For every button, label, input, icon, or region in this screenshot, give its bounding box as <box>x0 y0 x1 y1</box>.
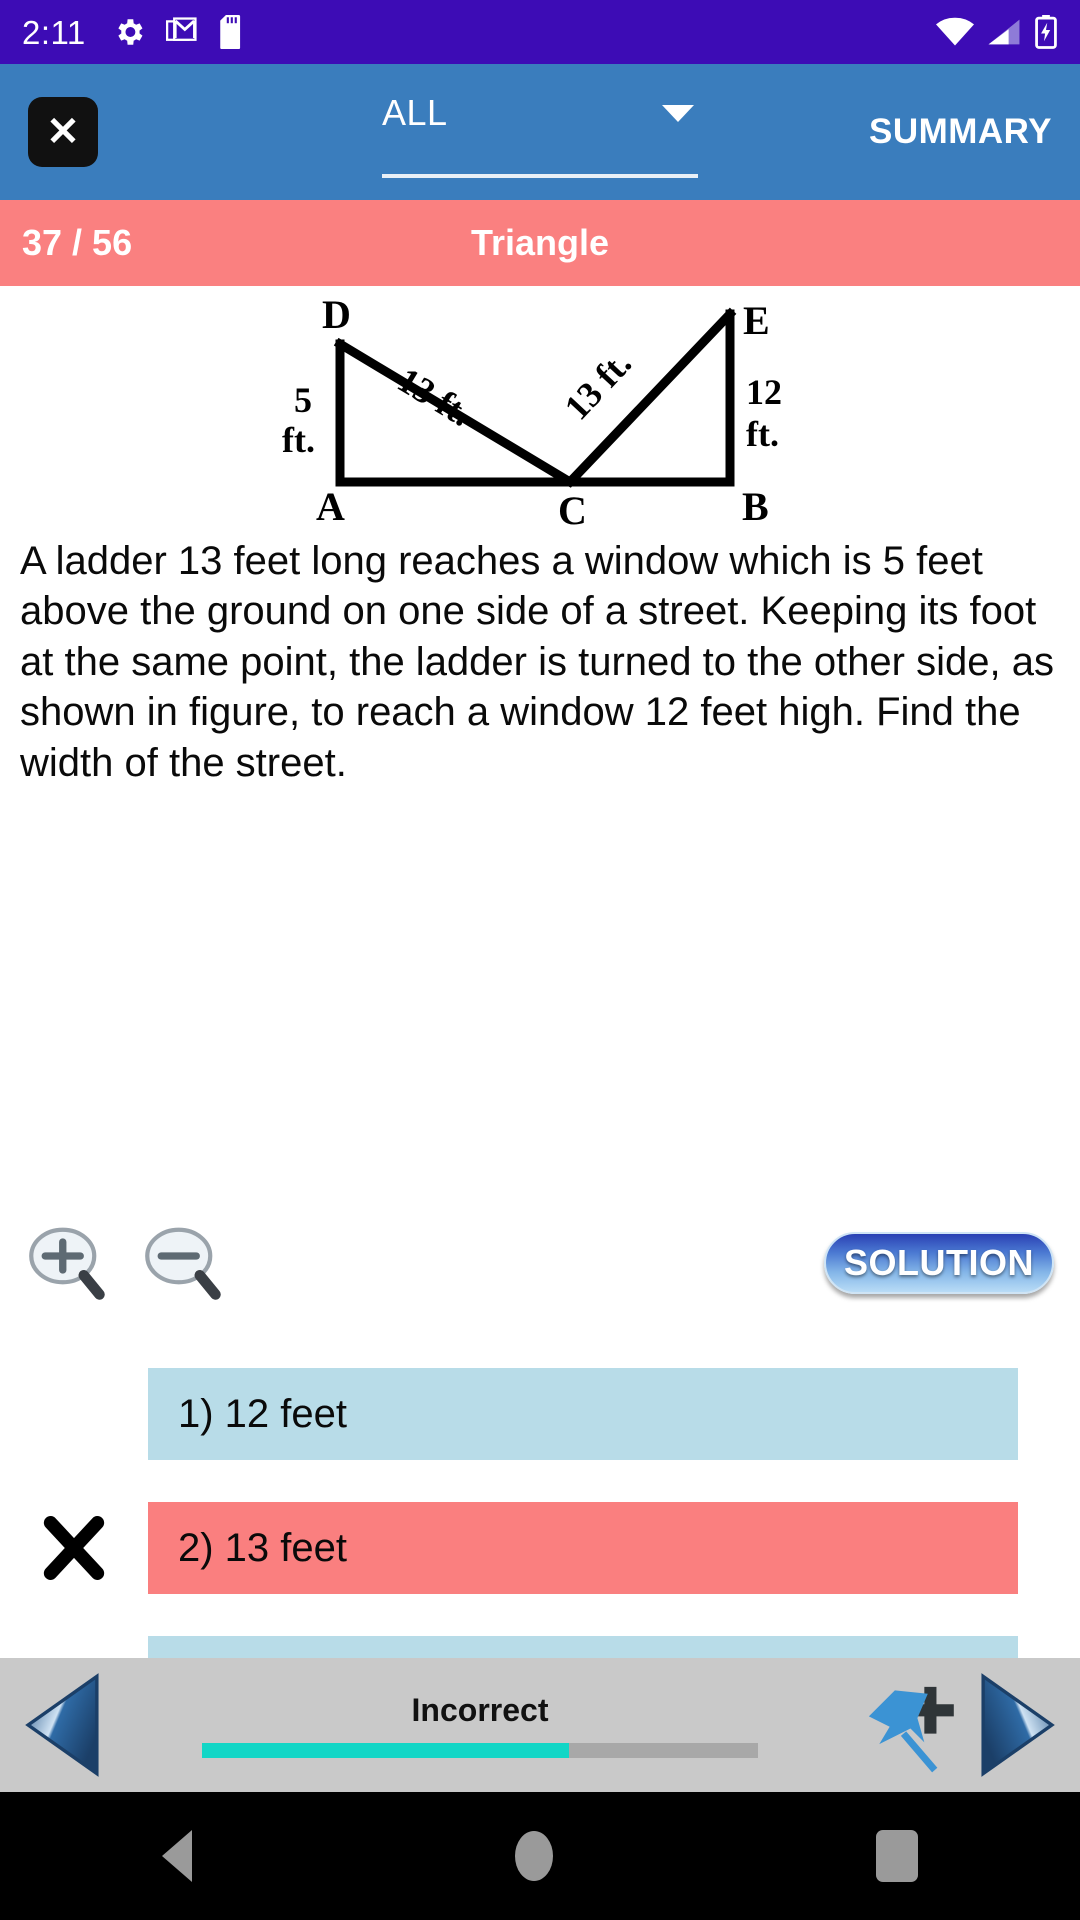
battery-charging-icon <box>1035 15 1057 49</box>
diagram-measure-left-unit: ft. <box>282 420 315 460</box>
question-header: 37 / 56 Triangle <box>0 200 1080 286</box>
summary-button[interactable]: SUMMARY <box>869 112 1052 152</box>
quiz-progress-bar <box>202 1743 758 1758</box>
next-question-arrow[interactable] <box>972 1673 1058 1777</box>
option-2[interactable]: 2) 13 feet <box>148 1502 1018 1594</box>
diagram-label-e: E <box>743 298 770 343</box>
sd-card-icon <box>220 15 240 49</box>
wrong-cross-icon <box>43 1516 105 1580</box>
solution-button-label: SOLUTION <box>844 1242 1034 1283</box>
option-row: 2) 13 feet <box>0 1502 1080 1594</box>
diagram-measure-right-unit: ft. <box>746 414 779 454</box>
home-icon[interactable] <box>514 1831 553 1881</box>
answer-options: 1) 12 feet 2) 13 feet 3) 15 feet <box>0 1368 1080 1658</box>
answer-status-label: Incorrect <box>411 1692 549 1728</box>
option-3[interactable]: 3) 15 feet <box>148 1636 1018 1658</box>
back-icon[interactable] <box>161 1830 192 1882</box>
add-bookmark-pin-icon[interactable] <box>852 1673 962 1777</box>
filter-spinner-value: ALL <box>382 92 448 133</box>
recents-icon[interactable] <box>876 1830 919 1882</box>
progress-section: Incorrect <box>108 1692 852 1758</box>
app-screen: 2:11 ✕ ALL SUMMARY 37 / 56 Triangle D E … <box>0 0 1080 1920</box>
diagram-label-a: A <box>316 484 345 529</box>
diagram-hypotenuse-right-label: 13 ft. <box>557 343 639 427</box>
status-system-icons <box>936 15 1058 49</box>
app-bar: ✕ ALL SUMMARY <box>0 64 1080 200</box>
zoom-out-icon[interactable] <box>142 1221 226 1305</box>
diagram-label-d: D <box>322 292 351 337</box>
status-bar: 2:11 <box>0 0 1080 64</box>
option-1[interactable]: 1) 12 feet <box>148 1368 1018 1460</box>
wifi-icon <box>936 17 974 46</box>
settings-gear-icon <box>118 19 143 45</box>
quiz-progress-fill <box>202 1743 569 1758</box>
status-notification-icons <box>112 15 248 49</box>
diagram-label-b: B <box>742 484 769 529</box>
close-icon: ✕ <box>46 110 80 154</box>
zoom-in-icon[interactable] <box>26 1221 110 1305</box>
option-marker-wrong <box>0 1512 148 1584</box>
gmail-icon <box>165 17 197 41</box>
close-button[interactable]: ✕ <box>28 97 98 167</box>
question-counter: 37 / 56 <box>22 222 133 263</box>
diagram-measure-right-value: 12 <box>746 372 782 412</box>
option-row: 1) 12 feet <box>0 1368 1080 1460</box>
filter-spinner-underline <box>382 174 698 178</box>
filter-spinner[interactable]: ALL <box>382 92 698 144</box>
cellular-signal-icon <box>988 19 1020 45</box>
question-topic: Triangle <box>470 222 610 263</box>
bottom-navigation-bar: Incorrect <box>0 1658 1080 1792</box>
diagram-measure-left-value: 5 <box>294 380 312 420</box>
diagram-label-c: C <box>558 488 587 532</box>
solution-button[interactable]: SOLUTION <box>824 1232 1054 1294</box>
status-clock: 2:11 <box>22 13 86 51</box>
previous-question-arrow[interactable] <box>22 1673 108 1777</box>
question-tool-row: SOLUTION <box>0 1208 1080 1318</box>
geometry-diagram: D E A C B 5 ft. 12 ft. 13 ft. 13 ft. <box>282 292 782 532</box>
option-row: 3) 15 feet <box>0 1636 1080 1658</box>
question-content: D E A C B 5 ft. 12 ft. 13 ft. 13 ft. A l… <box>0 286 1080 1658</box>
question-statement: A ladder 13 feet long reaches a window w… <box>20 539 1054 785</box>
android-navigation-bar <box>0 1792 1080 1920</box>
geometry-diagram-container: D E A C B 5 ft. 12 ft. 13 ft. 13 ft. <box>0 286 1080 532</box>
chevron-down-icon <box>662 104 694 122</box>
